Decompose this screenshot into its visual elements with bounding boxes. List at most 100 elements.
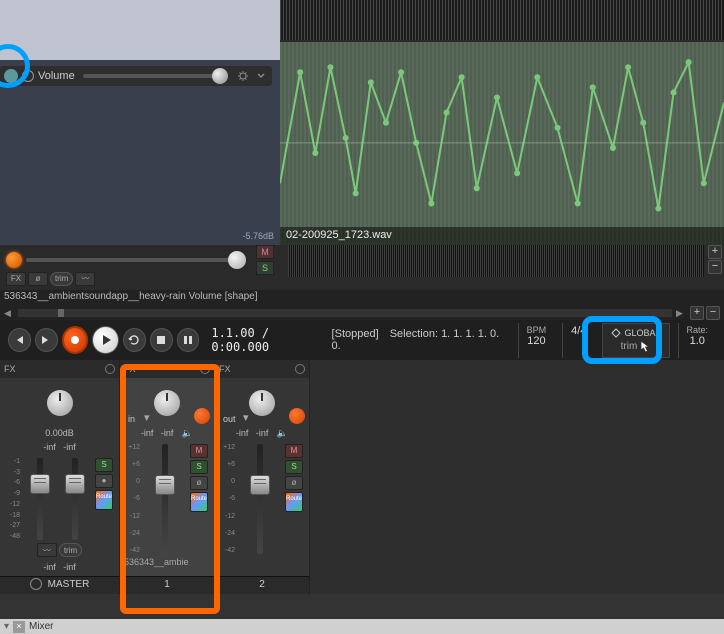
hzoom-in-button[interactable]: + bbox=[690, 306, 704, 320]
waveform-thumbnail[interactable] bbox=[288, 245, 704, 277]
scroll-thumb[interactable] bbox=[58, 309, 64, 317]
route-button[interactable]: Route bbox=[285, 492, 303, 512]
fader-handle[interactable] bbox=[155, 475, 175, 495]
gear-icon[interactable] bbox=[236, 69, 250, 83]
record-arm-button[interactable] bbox=[194, 408, 210, 424]
rate-value[interactable]: 1.0 bbox=[690, 335, 705, 347]
mute-button[interactable]: M bbox=[285, 444, 303, 458]
timesig-box[interactable]: 4/4 bbox=[562, 323, 594, 358]
stop-button[interactable] bbox=[150, 328, 173, 352]
env-icon[interactable]: 〰 bbox=[75, 272, 95, 286]
fx-label[interactable]: FX bbox=[4, 364, 16, 374]
peak-l: -inf bbox=[43, 442, 56, 452]
route-button[interactable]: Route bbox=[190, 492, 208, 512]
waveform-overview[interactable] bbox=[280, 0, 724, 40]
hzoom-out-button[interactable]: − bbox=[706, 306, 720, 320]
channel-fader[interactable] bbox=[162, 444, 168, 554]
channel-number[interactable]: 2 bbox=[215, 576, 309, 594]
mixer-channel-master: FX 0.00dB -inf -inf -1-3-6-9-12-18-27-48 bbox=[0, 360, 120, 594]
bpm-label: BPM bbox=[527, 325, 547, 335]
global-envelope-box[interactable]: GLOBAL trim bbox=[602, 323, 669, 358]
fx-label[interactable]: FX bbox=[219, 364, 231, 374]
chevron-down-icon[interactable]: ▾ bbox=[144, 411, 150, 424]
transport-status: [Stopped] bbox=[332, 328, 379, 340]
scroll-left-icon[interactable]: ◀ bbox=[4, 308, 14, 318]
chevron-down-icon[interactable] bbox=[254, 69, 268, 83]
footer-peak-r: -inf bbox=[63, 562, 76, 572]
zoom-out-button[interactable]: − bbox=[708, 260, 722, 274]
volume-slider[interactable] bbox=[83, 74, 228, 78]
info-icon[interactable] bbox=[30, 578, 42, 590]
peak-l: -inf bbox=[236, 428, 249, 438]
solo-button[interactable]: S bbox=[95, 458, 113, 472]
track-panel-left: Volume -5.76dB bbox=[0, 0, 280, 245]
scroll-right-icon[interactable]: ▶ bbox=[676, 308, 686, 318]
fx-label[interactable]: FX bbox=[124, 364, 136, 374]
record-arm-button[interactable] bbox=[6, 252, 22, 268]
mixer-tab[interactable]: Mixer bbox=[29, 621, 53, 632]
pan-knob[interactable] bbox=[47, 390, 73, 416]
fader-handle[interactable] bbox=[30, 474, 50, 494]
chevron-down-icon[interactable]: ▾ bbox=[4, 621, 9, 632]
master-fader-l[interactable] bbox=[37, 458, 43, 540]
loop-button[interactable] bbox=[123, 328, 146, 352]
track-slider-thumb[interactable] bbox=[228, 251, 246, 269]
power-icon[interactable] bbox=[200, 364, 210, 374]
env-icon[interactable]: 〰 bbox=[37, 543, 57, 557]
speaker-icon[interactable]: 🔈 bbox=[277, 428, 288, 438]
mute-button[interactable]: M bbox=[256, 245, 274, 259]
track-volume-slider[interactable] bbox=[26, 258, 246, 262]
chevron-down-icon[interactable]: ▾ bbox=[243, 411, 249, 424]
bpm-box[interactable]: BPM 120 bbox=[518, 323, 555, 358]
channel-number[interactable]: 1 bbox=[120, 576, 214, 594]
phase-button[interactable]: ø bbox=[190, 476, 208, 490]
volume-slider-thumb[interactable] bbox=[212, 68, 228, 84]
pan-knob[interactable] bbox=[154, 390, 180, 416]
phase-icon[interactable]: ø bbox=[28, 272, 48, 286]
output-label[interactable]: out bbox=[223, 414, 236, 424]
trim-button[interactable]: trim bbox=[59, 543, 82, 557]
speaker-icon[interactable]: 🔈 bbox=[182, 428, 193, 438]
fader-scale: +12+60-6-12-24-42 bbox=[219, 444, 235, 554]
route-button[interactable]: Route bbox=[95, 490, 113, 510]
record-arm-button[interactable] bbox=[289, 408, 305, 424]
mute-button[interactable]: M bbox=[190, 444, 208, 458]
rate-box[interactable]: Rate: 1.0 bbox=[678, 323, 717, 358]
mixer-channel-1: FX in ▾ -inf -inf 🔈 +12+60-6-12-24-42 bbox=[120, 360, 215, 594]
pause-button[interactable] bbox=[177, 328, 200, 352]
channel-fader[interactable] bbox=[257, 444, 263, 554]
mixer-channel-2: FX out ▾ -inf -inf 🔈 +12+60-6-12-24-42 bbox=[215, 360, 310, 594]
peak-r: -inf bbox=[256, 428, 269, 438]
timesig-value[interactable]: 4/4 bbox=[571, 325, 586, 337]
solo-button[interactable]: S bbox=[285, 460, 303, 474]
phase-button[interactable]: ø bbox=[285, 476, 303, 490]
pan-knob[interactable] bbox=[249, 390, 275, 416]
envelope-editor[interactable]: 02-200925_1723.wav bbox=[280, 42, 724, 245]
goto-start-button[interactable] bbox=[8, 328, 31, 352]
fx-button[interactable]: FX bbox=[6, 272, 26, 286]
solo-button[interactable]: S bbox=[190, 460, 208, 474]
fader-handle[interactable] bbox=[65, 474, 85, 494]
zoom-in-button[interactable]: + bbox=[708, 245, 722, 259]
envelope-name-label: 536343__ambientsoundapp__heavy-rain Volu… bbox=[0, 290, 724, 306]
record-button[interactable] bbox=[62, 326, 89, 354]
timecode-display[interactable]: 1.1.00 / 0:00.000 bbox=[211, 326, 327, 354]
db-readout: -5.76dB bbox=[242, 231, 274, 241]
input-label[interactable]: in bbox=[128, 414, 135, 424]
mixer-panel: FX 0.00dB -inf -inf -1-3-6-9-12-18-27-48 bbox=[0, 360, 724, 594]
power-icon[interactable] bbox=[105, 364, 115, 374]
horizontal-scrollbar[interactable]: ◀ ▶ + − bbox=[0, 306, 724, 320]
fader-handle[interactable] bbox=[250, 475, 270, 495]
volume-label: Volume bbox=[38, 70, 75, 82]
master-fader-r[interactable] bbox=[72, 458, 78, 540]
bpm-value[interactable]: 120 bbox=[527, 335, 545, 347]
channel-track-name: 536343__ambie bbox=[120, 556, 214, 576]
play-button[interactable] bbox=[92, 326, 119, 354]
mono-button[interactable]: ● bbox=[95, 474, 113, 488]
trim-button[interactable]: trim bbox=[50, 272, 73, 286]
scroll-track[interactable] bbox=[18, 309, 672, 317]
power-icon[interactable] bbox=[295, 364, 305, 374]
goto-end-button[interactable] bbox=[35, 328, 58, 352]
close-icon[interactable]: × bbox=[13, 621, 25, 633]
volume-envelope-bar[interactable]: Volume bbox=[0, 66, 272, 86]
